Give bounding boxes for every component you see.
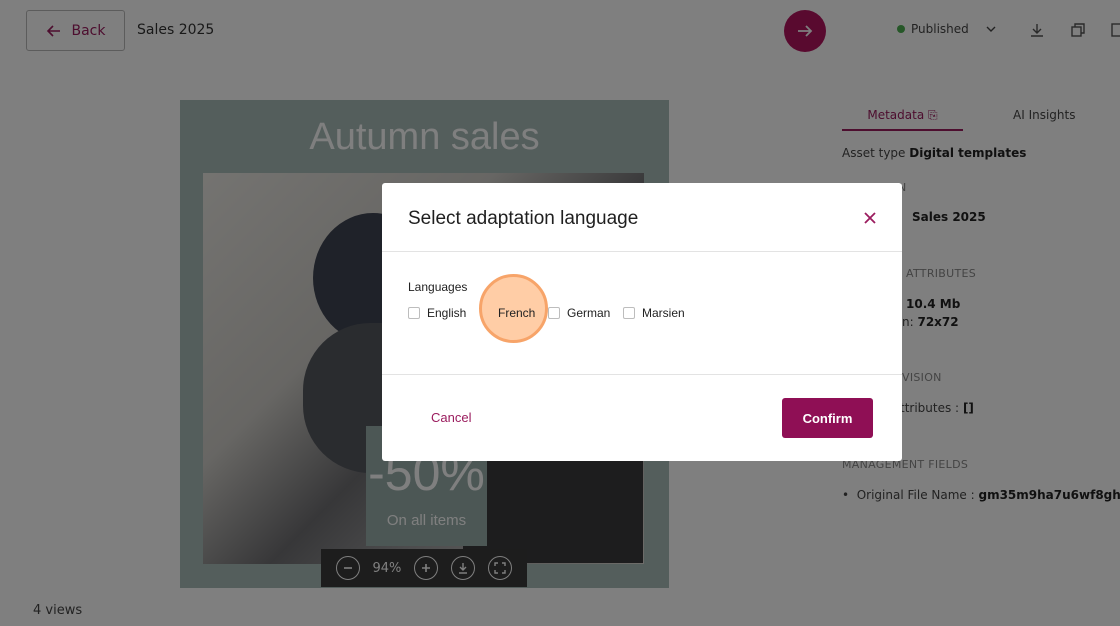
language-label: Marsien xyxy=(642,306,685,320)
language-label: English xyxy=(427,306,467,320)
confirm-button[interactable]: Confirm xyxy=(782,398,873,438)
dialog-title: Select adaptation language xyxy=(408,208,639,229)
language-label: French xyxy=(498,306,536,320)
checkbox-marsien[interactable] xyxy=(623,307,635,319)
language-option-marsien[interactable]: Marsien xyxy=(623,306,685,320)
language-option-french[interactable]: French xyxy=(498,306,535,320)
adaptation-language-dialog: Select adaptation language Languages Eng… xyxy=(382,183,902,461)
language-option-german[interactable]: German xyxy=(548,306,610,320)
cancel-button[interactable]: Cancel xyxy=(431,410,471,425)
dialog-divider xyxy=(382,251,902,252)
dialog-divider xyxy=(382,374,902,375)
language-option-english[interactable]: English xyxy=(408,306,466,320)
language-label: German xyxy=(567,306,611,320)
languages-label: Languages xyxy=(408,280,468,294)
close-icon[interactable] xyxy=(862,210,878,226)
checkbox-german[interactable] xyxy=(548,307,560,319)
checkbox-english[interactable] xyxy=(408,307,420,319)
